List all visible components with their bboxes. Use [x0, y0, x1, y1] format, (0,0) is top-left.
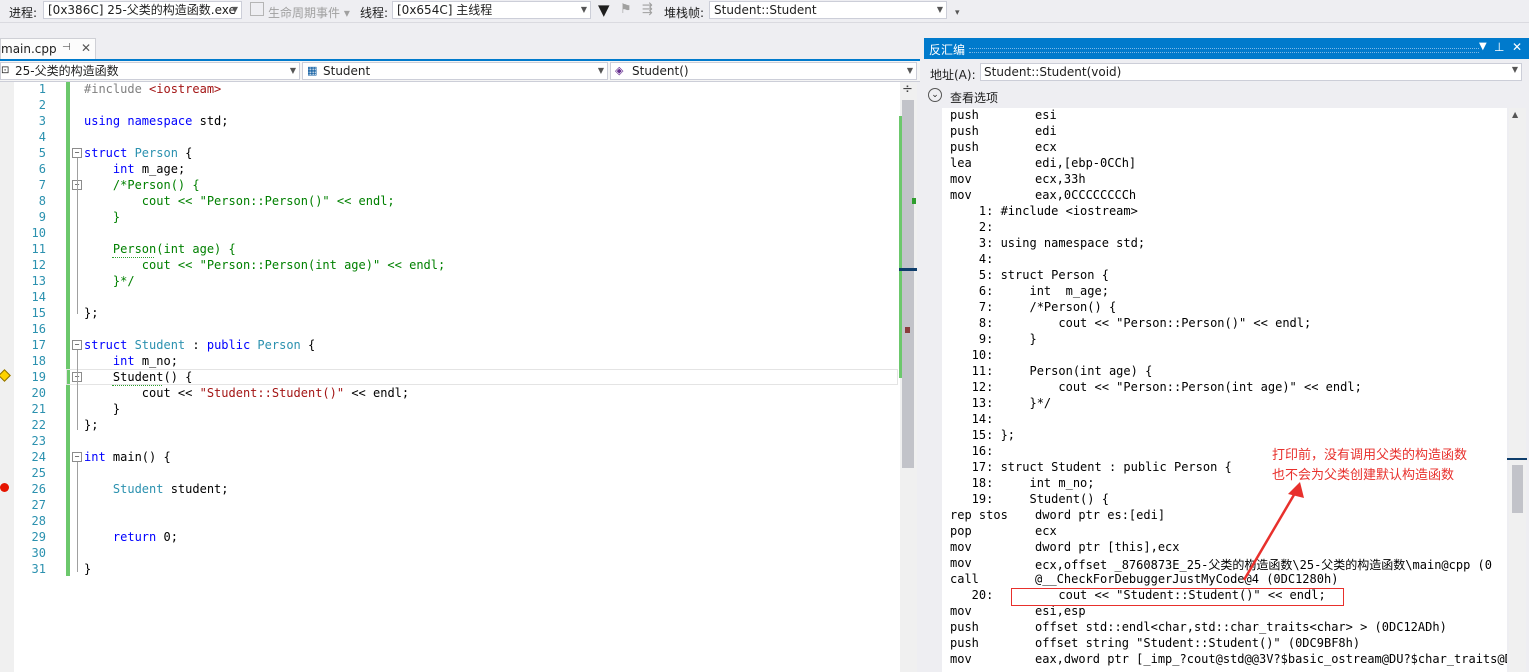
asm-mnemonic: lea [950, 156, 972, 170]
asm-instruction[interactable]: mov ecx,33h [950, 172, 1086, 186]
asm-mnemonic: mov [950, 604, 972, 618]
asm-instruction[interactable]: call @__CheckForDebuggerJustMyCode@4 (0DC… [950, 572, 1338, 586]
asm-operands: ecx [1035, 524, 1057, 538]
asm-instruction[interactable]: mov esi,esp [950, 604, 1086, 618]
source-line[interactable]: 15: }; [950, 428, 1015, 442]
asm-operands: eax,dword ptr [_imp_?cout@std@@3V?$basic… [1035, 652, 1507, 666]
source-line[interactable]: 17: struct Student : public Person { [950, 460, 1232, 474]
scrollbar-thumb[interactable] [1512, 465, 1523, 513]
asm-instruction[interactable]: push offset string "Student::Student()" (… [950, 636, 1360, 650]
scrollbar-caret-marker [1507, 458, 1527, 460]
asm-instruction[interactable]: mov dword ptr [this],ecx [950, 540, 1180, 554]
asm-mnemonic: mov [950, 652, 972, 666]
close-icon[interactable]: ✕ [1512, 40, 1522, 54]
asm-mnemonic: push [950, 140, 979, 154]
scroll-up-icon[interactable]: ▲ [1512, 110, 1518, 119]
asm-operands: esi,esp [1035, 604, 1086, 618]
asm-mnemonic: mov [950, 556, 972, 570]
source-line[interactable]: 19: Student() { [950, 492, 1109, 506]
source-line[interactable]: 13: }*/ [950, 396, 1051, 410]
asm-operands: edi [1035, 124, 1057, 138]
source-line[interactable]: 14: [950, 412, 1001, 426]
asm-mnemonic: push [950, 124, 979, 138]
source-line[interactable]: 12: cout << "Person::Person(int age)" <<… [950, 380, 1362, 394]
asm-instruction[interactable]: mov eax,0CCCCCCCCh [950, 188, 1136, 202]
source-line[interactable]: 18: int m_no; [950, 476, 1095, 490]
asm-instruction[interactable]: mov ecx,offset _8760873E_25-父类的构造函数\25-父类… [950, 556, 1492, 572]
source-line[interactable]: 4: [950, 252, 1001, 266]
asm-operands: esi [1035, 108, 1057, 122]
asm-mnemonic: rep stos [950, 508, 1008, 522]
annotation-line-1: 打印前，没有调用父类的构造函数 [1272, 448, 1468, 463]
source-line[interactable]: 6: int m_age; [950, 284, 1109, 298]
highlight-box [1011, 588, 1344, 606]
asm-operands: edi,[ebp-0CCh] [1035, 156, 1137, 170]
source-line[interactable]: 10: [950, 348, 1001, 362]
source-line[interactable]: 9: } [950, 332, 1037, 346]
asm-instruction[interactable]: lea edi,[ebp-0CCh] [950, 156, 1136, 170]
source-line[interactable]: 3: using namespace std; [950, 236, 1145, 250]
asm-instruction[interactable]: push offset std::endl<char,std::char_trai… [950, 620, 1447, 634]
asm-mnemonic: mov [950, 172, 972, 186]
asm-mnemonic: push [950, 636, 979, 650]
source-line[interactable]: 7: /*Person() { [950, 300, 1116, 314]
asm-instruction[interactable]: push esi [950, 108, 1057, 122]
asm-operands: ecx,33h [1035, 172, 1086, 186]
source-line[interactable]: 8: cout << "Person::Person()" << endl; [950, 316, 1311, 330]
asm-operands: eax,0CCCCCCCCh [1035, 188, 1137, 202]
source-line[interactable]: 2: [950, 220, 1001, 234]
asm-mnemonic: call [950, 572, 979, 586]
source-line[interactable]: 1: #include <iostream> [950, 204, 1138, 218]
asm-operands: offset std::endl<char,std::char_traits<c… [1035, 620, 1447, 634]
asm-instruction[interactable]: mov eax,dword ptr [_imp_?cout@std@@3V?$ba… [950, 652, 1507, 666]
asm-instruction[interactable]: pop ecx [950, 524, 1057, 538]
disassembly-vertical-scrollbar[interactable] [1509, 108, 1526, 672]
asm-mnemonic: push [950, 108, 979, 122]
asm-mnemonic: push [950, 620, 979, 634]
asm-instruction[interactable]: rep stos dword ptr es:[edi] [950, 508, 1165, 522]
source-line[interactable]: 5: struct Person { [950, 268, 1109, 282]
source-line[interactable]: 11: Person(int age) { [950, 364, 1153, 378]
asm-mnemonic: pop [950, 524, 972, 538]
asm-mnemonic: mov [950, 540, 972, 554]
asm-operands: dword ptr es:[edi] [1035, 508, 1166, 522]
asm-instruction[interactable]: push edi [950, 124, 1057, 138]
asm-instruction[interactable]: push ecx [950, 140, 1057, 154]
asm-operands: ecx [1035, 140, 1057, 154]
annotation-arrow [1242, 482, 1304, 581]
asm-mnemonic: mov [950, 188, 972, 202]
asm-operands: dword ptr [this],ecx [1035, 540, 1180, 554]
asm-operands: offset string "Student::Student()" (0DC9… [1035, 636, 1361, 650]
chevron-down-icon: ▼ [1511, 65, 1518, 74]
source-line[interactable]: 16: [950, 444, 1001, 458]
